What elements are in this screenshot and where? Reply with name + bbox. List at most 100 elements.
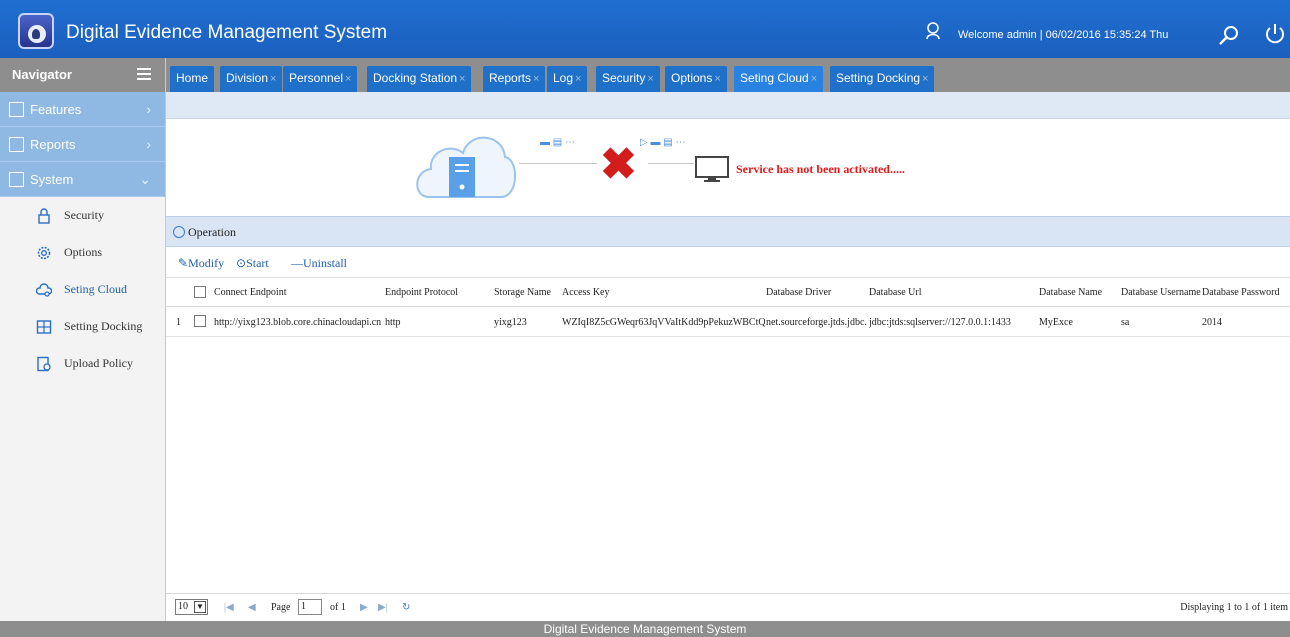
tab-options[interactable]: Options ×: [665, 66, 727, 92]
sidebar-item-label: Seting Cloud: [64, 282, 128, 296]
packet-icons: ▷ ▬ ▤ ⋯: [640, 137, 686, 148]
close-icon[interactable]: ×: [345, 73, 351, 85]
page-number-value: 1: [301, 601, 306, 612]
operation-toolbar: ✎Modify ⊙Start —Uninstall: [166, 247, 1290, 278]
sidebar-item-label: Setting Docking: [64, 319, 143, 333]
column-header[interactable]: Database Password: [1202, 287, 1279, 298]
monitor-icon: [695, 156, 729, 182]
page-number-input[interactable]: 1: [298, 599, 322, 615]
system-icon: [9, 172, 24, 187]
column-header[interactable]: Access Key: [562, 287, 609, 298]
pagination-bar: 10 ▼ |◀ ◀ Page 1 of 1 ▶ ▶| ↻ Displaying …: [166, 593, 1290, 621]
tab-label: Home: [176, 71, 209, 85]
page-footer: Digital Evidence Management System: [0, 621, 1290, 637]
power-icon[interactable]: [1264, 23, 1286, 45]
collapse-icon[interactable]: [173, 226, 185, 238]
close-icon[interactable]: ×: [533, 73, 539, 85]
column-header[interactable]: Connect Endpoint: [214, 287, 287, 298]
sidebar-section-features[interactable]: Features ›: [0, 92, 165, 127]
column-header[interactable]: Storage Name: [494, 287, 551, 298]
start-label: Start: [246, 256, 269, 270]
tab-home[interactable]: Home: [170, 66, 215, 92]
page-count-label: of 1: [330, 602, 346, 613]
app-title: Digital Evidence Management System: [66, 22, 388, 43]
cell-database-url: jdbc:jtds:sqlserver://127.0.0.1:1433: [869, 317, 1011, 328]
packet-icons: ▬ ▤ ⋯: [540, 137, 576, 148]
page-size-value: 10: [178, 601, 188, 612]
column-header[interactable]: Database Driver: [766, 287, 831, 298]
content-strip: [166, 92, 1290, 119]
uninstall-label: Uninstall: [303, 256, 347, 270]
cell-database-driver: net.sourceforge.jtds.jdbc.: [766, 317, 867, 328]
tab-setting-docking[interactable]: Setting Docking ×: [830, 66, 935, 92]
operation-title: Operation: [188, 225, 236, 239]
cloud-settings-icon: [36, 283, 52, 297]
modify-label: Modify: [188, 256, 225, 270]
uninstall-button[interactable]: —Uninstall: [291, 256, 347, 271]
start-button[interactable]: ⊙Start: [236, 256, 269, 271]
table-header: Connect Endpoint Endpoint Protocol Stora…: [166, 278, 1290, 307]
close-icon[interactable]: ×: [647, 73, 653, 85]
sidebar-section-system[interactable]: System ⌄: [0, 162, 165, 197]
sidebar-item-upload-policy[interactable]: Upload Policy: [0, 345, 165, 382]
modify-button[interactable]: ✎Modify: [178, 256, 224, 271]
first-page-icon[interactable]: |◀: [224, 602, 234, 613]
previous-page-icon[interactable]: ◀: [248, 602, 256, 613]
sidebar-item-label: Options: [64, 245, 103, 259]
sidebar-item-seting-cloud[interactable]: Seting Cloud: [0, 271, 165, 308]
tab-label: Log: [553, 71, 574, 85]
close-icon[interactable]: ×: [575, 73, 581, 85]
sidebar-section-label: Features: [30, 102, 82, 117]
cell-database-password: 2014: [1202, 317, 1222, 328]
row-number: 1: [176, 317, 181, 328]
tab-personnel[interactable]: Personnel ×: [283, 66, 358, 92]
tab-bar: Home Division × Personnel × Docking Statio…: [166, 58, 1290, 92]
minus-icon: —: [291, 256, 303, 270]
tab-label: Seting Cloud: [740, 71, 809, 85]
service-status-message: Service has not been activated.....: [736, 162, 905, 176]
upload-policy-icon: [37, 356, 51, 372]
tab-log[interactable]: Log ×: [547, 66, 588, 92]
sidebar-item-options[interactable]: Options: [0, 234, 165, 271]
cell-connect-endpoint: http://yixg123.blob.core.chinacloudapi.c…: [214, 317, 382, 328]
sidebar: Navigator Features › Reports › System ⌄ …: [0, 58, 166, 621]
tab-seting-cloud[interactable]: Seting Cloud ×: [734, 66, 824, 92]
close-icon[interactable]: ×: [270, 73, 276, 85]
page-size-select[interactable]: 10 ▼: [175, 599, 208, 615]
sidebar-section-reports[interactable]: Reports ›: [0, 127, 165, 162]
close-icon[interactable]: ×: [811, 73, 817, 85]
column-header[interactable]: Database Username: [1121, 287, 1201, 298]
menu-icon[interactable]: [137, 68, 151, 80]
cell-access-key: WZIqI8Z5cGWeqr63JqVVaItKdd9pPekuzWBCtQ: [562, 317, 765, 328]
play-icon: ⊙: [236, 256, 247, 270]
operation-panel-header: Operation: [166, 216, 1290, 247]
tab-security[interactable]: Security ×: [596, 66, 660, 92]
select-all-checkbox[interactable]: [194, 286, 206, 298]
row-checkbox[interactable]: [194, 315, 206, 327]
docking-icon: [36, 320, 52, 334]
sidebar-item-setting-docking[interactable]: Setting Docking: [0, 308, 165, 345]
cell-database-name: MyExce: [1039, 317, 1073, 328]
table-row[interactable]: 1 http://yixg123.blob.core.chinacloudapi…: [166, 307, 1290, 337]
tab-docking-station[interactable]: Docking Station ×: [367, 66, 472, 92]
column-header[interactable]: Database Name: [1039, 287, 1102, 298]
user-icon[interactable]: [926, 22, 940, 40]
close-icon[interactable]: ×: [714, 73, 720, 85]
tab-label: Options: [671, 71, 713, 85]
refresh-icon[interactable]: ↻: [402, 602, 410, 613]
column-header[interactable]: Database Url: [869, 287, 921, 298]
tab-reports[interactable]: Reports ×: [483, 66, 546, 92]
sidebar-section-label: System: [30, 172, 74, 187]
last-page-icon[interactable]: ▶|: [378, 602, 388, 613]
search-icon[interactable]: [1218, 25, 1240, 47]
lock-icon: [38, 208, 50, 224]
chevron-down-icon: ▼: [194, 601, 206, 613]
sidebar-item-security[interactable]: Security: [0, 197, 165, 234]
chevron-right-icon: ›: [146, 136, 151, 152]
close-icon[interactable]: ×: [459, 73, 465, 85]
next-page-icon[interactable]: ▶: [360, 602, 368, 613]
column-header[interactable]: Endpoint Protocol: [385, 287, 458, 298]
sidebar-section-label: Reports: [30, 137, 76, 152]
tab-division[interactable]: Division ×: [220, 66, 283, 92]
close-icon[interactable]: ×: [922, 73, 928, 85]
